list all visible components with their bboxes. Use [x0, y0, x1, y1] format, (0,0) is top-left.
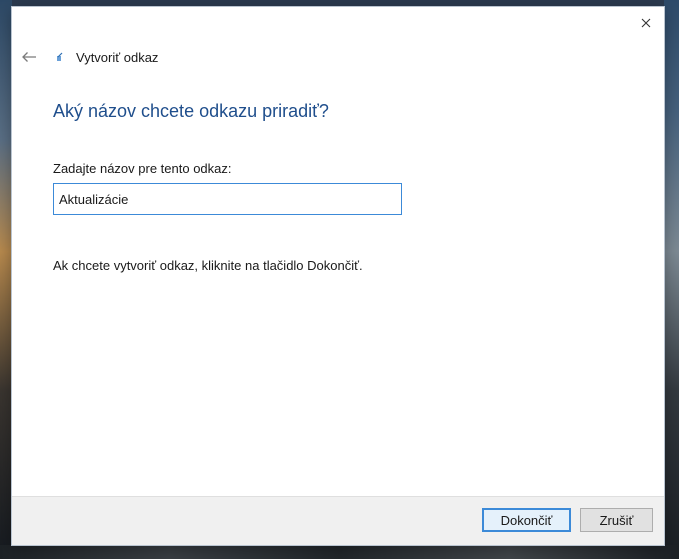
instruction-text: Ak chcete vytvoriť odkaz, kliknite na tl…	[53, 258, 363, 273]
back-arrow-icon	[22, 52, 36, 62]
desktop-background-bottom	[0, 545, 679, 559]
back-button[interactable]	[18, 46, 40, 68]
cancel-button[interactable]: Zrušiť	[580, 508, 653, 532]
desktop-background-left	[0, 0, 12, 559]
create-shortcut-dialog: Vytvoriť odkaz Aký názov chcete odkazu p…	[12, 7, 664, 545]
wizard-header: Vytvoriť odkaz	[18, 45, 158, 69]
shortcut-name-label: Zadajte názov pre tento odkaz:	[53, 161, 232, 176]
wizard-title: Vytvoriť odkaz	[76, 49, 159, 65]
page-heading: Aký názov chcete odkazu priradiť?	[53, 101, 329, 121]
desktop-background-right	[664, 0, 679, 559]
close-icon	[641, 18, 651, 28]
shortcut-wizard-icon	[54, 51, 66, 63]
dialog-footer: Dokončiť Zrušiť	[12, 496, 664, 545]
close-button[interactable]	[634, 11, 658, 35]
shortcut-name-input[interactable]	[53, 183, 402, 215]
finish-button[interactable]: Dokončiť	[482, 508, 571, 532]
